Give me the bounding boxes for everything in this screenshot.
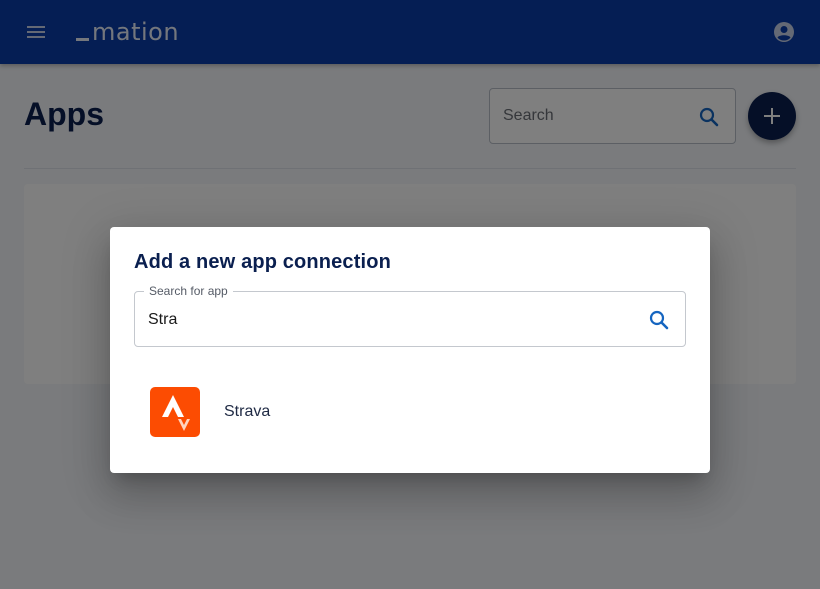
- add-app-dialog: Add a new app connection Search for app …: [110, 227, 710, 473]
- app-result-name: Strava: [224, 403, 271, 420]
- strava-chevron-icon: [162, 395, 190, 431]
- search-icon[interactable]: [647, 308, 671, 332]
- strava-logo-icon: [150, 387, 200, 437]
- dialog-title: Add a new app connection: [134, 251, 391, 273]
- app-search-label: Search for app: [144, 284, 233, 298]
- app-result-strava[interactable]: Strava: [134, 375, 686, 449]
- app-search-input[interactable]: [148, 308, 628, 332]
- app-search-field[interactable]: Search for app: [134, 284, 686, 347]
